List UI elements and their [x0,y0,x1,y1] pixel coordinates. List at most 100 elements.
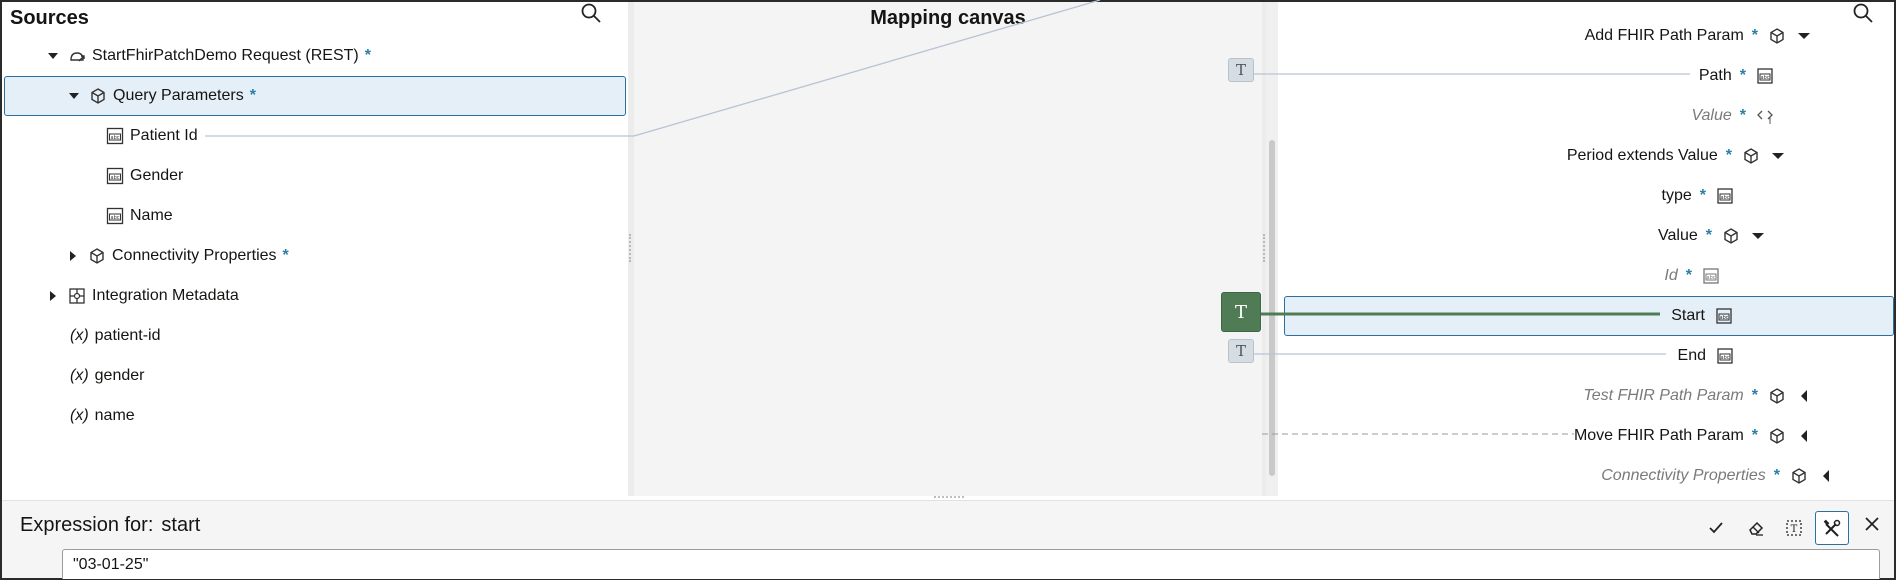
target-node-type[interactable]: type * abc [1280,176,1894,216]
required-marker: * [1699,187,1706,204]
required-marker: * [249,87,256,104]
required-marker: * [1739,107,1746,124]
target-node-end[interactable]: End abc [1280,336,1894,376]
collapse-left-caret-icon[interactable] [1798,390,1810,402]
tree-node-label: Name [130,207,173,224]
variable-icon: (x) [70,327,89,344]
transform-function-chip[interactable]: T [1228,58,1254,82]
variable-icon: (x) [70,367,89,384]
text-format-icon: T [1786,520,1802,536]
target-node-test-fhir-path-param[interactable]: Test FHIR Path Param * [1280,376,1894,416]
svg-text:abc: abc [111,175,120,181]
target-node-label: Add FHIR Path Param [1584,27,1744,44]
variable-name[interactable]: (x) name [2,396,628,436]
target-node-label: type [1661,187,1692,204]
text-field-icon: abc [106,207,124,225]
targets-scrollbar[interactable] [1266,2,1278,496]
apply-check-button[interactable] [1699,511,1733,545]
sources-search-icon[interactable] [580,2,604,26]
splitter-grip [629,234,631,262]
tree-node-name[interactable]: abc Name [2,196,628,236]
expand-down-caret-icon[interactable] [1798,30,1810,42]
splitter-grip [1263,234,1265,262]
tree-node-patient-id[interactable]: abc Patient Id [2,116,628,156]
tree-node-request[interactable]: StartFhirPatchDemo Request (REST) * [2,36,628,76]
target-node-move-fhir-path-param[interactable]: Move FHIR Path Param * [1280,416,1894,456]
required-marker: * [282,247,289,264]
cube-icon [1790,467,1808,485]
target-node-id[interactable]: Id * abc [1280,256,1894,296]
variable-gender[interactable]: (x) gender [2,356,628,396]
required-marker: * [1751,387,1758,404]
svg-text:abc: abc [111,215,120,221]
cube-icon [88,247,106,265]
close-icon [1865,517,1879,531]
sources-title: Sources [10,7,89,29]
svg-text:abc: abc [1720,315,1729,321]
expression-title-prefix: Expression for: [20,514,154,536]
target-node-label: Move FHIR Path Param [1573,427,1744,444]
target-node-value-object[interactable]: Value * [1280,216,1894,256]
variable-label: patient-id [94,327,161,344]
tree-node-label: Integration Metadata [92,287,239,304]
cube-icon [1768,427,1786,445]
sources-panel: Sources StartFhirPatchDemo Request (REST… [2,2,628,496]
tree-node-label: Connectivity Properties [112,247,277,264]
expand-right-caret-icon[interactable] [68,251,78,261]
tree-node-label: Gender [130,167,184,184]
code-icon [1756,107,1774,125]
tree-node-query-parameters[interactable]: Query Parameters * [4,76,626,116]
target-node-period-extends-value[interactable]: Period extends Value * [1280,136,1894,176]
close-expression-button[interactable] [1855,507,1889,541]
target-node-label: Start [1671,307,1705,324]
text-field-icon: abc [1702,267,1720,285]
required-marker: * [1751,427,1758,444]
text-field-icon: abc [1756,67,1774,85]
svg-text:abc: abc [1761,75,1770,81]
target-node-label: Connectivity Properties [1601,467,1766,484]
targets-panel: Add FHIR Path Param * Path * abc Value *… [1280,2,1894,496]
cube-icon [1768,387,1786,405]
tree-node-integration-metadata[interactable]: Integration Metadata [2,276,628,316]
expand-down-caret-icon[interactable] [1772,150,1784,162]
collapse-left-caret-icon[interactable] [1820,470,1832,482]
expand-down-caret-icon[interactable] [1752,230,1764,242]
check-icon [1709,522,1723,534]
developer-tools-button[interactable] [1815,511,1849,545]
tools-icon [1823,519,1841,537]
target-node-label: Value [1691,107,1732,124]
text-field-icon: abc [106,167,124,185]
target-node-path[interactable]: Path * abc [1280,56,1894,96]
target-node-start[interactable]: Start abc [1284,296,1894,336]
target-node-connectivity-properties[interactable]: Connectivity Properties * [1280,456,1894,496]
cube-icon [89,87,107,105]
collapse-left-caret-icon[interactable] [1798,430,1810,442]
transform-function-chip-active[interactable]: T [1221,292,1261,332]
target-node-value[interactable]: Value * [1280,96,1894,136]
expand-right-caret-icon[interactable] [48,291,58,301]
cube-icon [1742,147,1760,165]
expand-down-caret-icon[interactable] [48,51,58,61]
target-node-add-fhir-path-param[interactable]: Add FHIR Path Param * [1280,16,1894,56]
rest-request-icon [68,47,86,65]
expression-panel: Expression for: start T [2,500,1894,579]
expand-down-caret-icon[interactable] [69,91,79,101]
svg-text:abc: abc [1721,195,1730,201]
cube-icon [1768,27,1786,45]
transform-function-chip[interactable]: T [1228,339,1254,363]
variable-patient-id[interactable]: (x) patient-id [2,316,628,356]
mapping-canvas[interactable]: Mapping canvas [634,2,1262,496]
metadata-icon [68,287,86,305]
scrollbar-thumb[interactable] [1269,140,1275,476]
tree-node-connectivity-properties[interactable]: Connectivity Properties * [2,236,628,276]
required-marker: * [364,47,371,64]
target-node-label: Id [1664,267,1678,284]
clear-eraser-button[interactable] [1739,511,1773,545]
variable-label: gender [94,367,145,384]
text-format-button[interactable]: T [1777,511,1811,545]
required-marker: * [1685,267,1692,284]
tree-node-gender[interactable]: abc Gender [2,156,628,196]
expression-input[interactable] [62,549,1880,579]
variable-label: name [94,407,135,424]
tree-node-label: StartFhirPatchDemo Request (REST) [92,47,359,64]
